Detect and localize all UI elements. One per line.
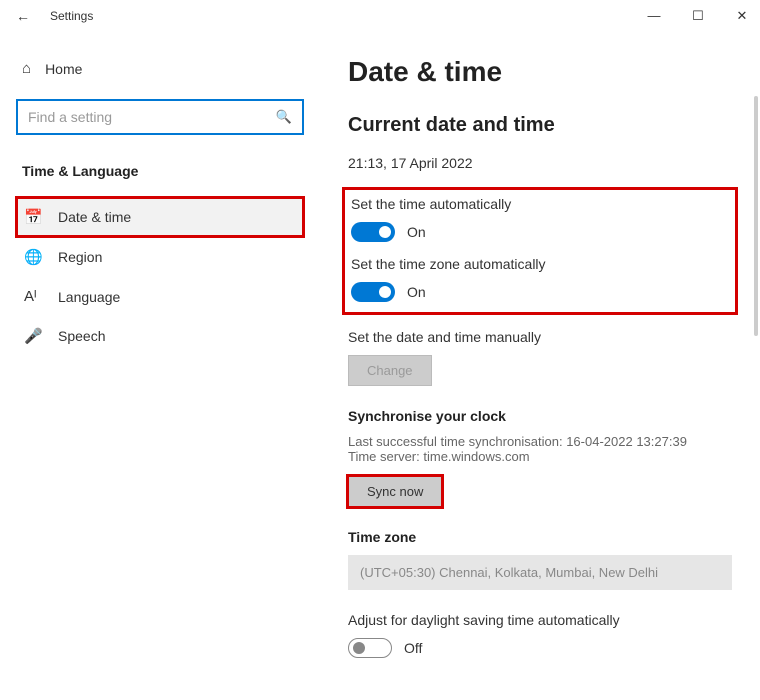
sidebar-item-date-time[interactable]: 📅 Date & time [16, 197, 304, 237]
auto-tz-toggle[interactable] [351, 282, 395, 302]
current-datetime: 21:13, 17 April 2022 [348, 155, 732, 171]
nav-home[interactable]: ⌂ Home [16, 52, 304, 85]
content: Date & time Current date and time 21:13,… [320, 32, 760, 700]
calendar-clock-icon: 📅 [24, 208, 42, 226]
auto-time-label: Set the time automatically [351, 196, 729, 212]
app-title: Settings [50, 9, 93, 23]
nav-home-label: Home [45, 61, 82, 77]
scrollbar[interactable] [754, 96, 758, 336]
section-current: Current date and time [348, 114, 732, 137]
dst-state: Off [404, 640, 422, 656]
tz-heading: Time zone [348, 529, 732, 545]
page-title: Date & time [348, 56, 732, 88]
sync-now-button[interactable]: Sync now [348, 476, 442, 507]
sync-last: Last successful time synchronisation: 16… [348, 434, 732, 449]
minimize-button[interactable]: — [644, 8, 664, 24]
sync-heading: Synchronise your clock [348, 408, 732, 424]
language-icon: Aᴵ [24, 288, 42, 305]
sidebar-item-label: Date & time [58, 209, 131, 225]
sidebar-item-label: Region [58, 249, 102, 265]
auto-tz-label: Set the time zone automatically [351, 256, 729, 272]
maximize-button[interactable]: ☐ [688, 8, 708, 24]
change-button: Change [348, 355, 432, 386]
auto-settings-group: Set the time automatically On Set the ti… [342, 187, 738, 315]
auto-time-toggle[interactable] [351, 222, 395, 242]
globe-icon: 🌐 [24, 248, 42, 266]
dst-label: Adjust for daylight saving time automati… [348, 612, 732, 628]
sync-server: Time server: time.windows.com [348, 449, 732, 464]
sidebar-item-label: Speech [58, 328, 105, 344]
search-box[interactable]: 🔍 [16, 99, 304, 135]
manual-label: Set the date and time manually [348, 329, 732, 345]
sidebar-item-speech[interactable]: 🎤 Speech [16, 316, 304, 356]
category-header: Time & Language [22, 163, 304, 179]
tz-select: (UTC+05:30) Chennai, Kolkata, Mumbai, Ne… [348, 555, 732, 590]
dst-toggle [348, 638, 392, 658]
sidebar-item-label: Language [58, 289, 120, 305]
home-icon: ⌂ [22, 60, 31, 77]
sidebar-item-language[interactable]: Aᴵ Language [16, 277, 304, 316]
sidebar: ⌂ Home 🔍 Time & Language 📅 Date & time 🌐… [0, 32, 320, 700]
search-icon: 🔍 [276, 109, 292, 125]
auto-tz-state: On [407, 284, 426, 300]
titlebar: ← Settings — ☐ ✕ [0, 0, 760, 32]
sidebar-item-region[interactable]: 🌐 Region [16, 237, 304, 277]
auto-time-state: On [407, 224, 426, 240]
search-input[interactable] [28, 109, 276, 125]
close-button[interactable]: ✕ [732, 8, 752, 24]
microphone-icon: 🎤 [24, 327, 42, 345]
back-button[interactable]: ← [16, 8, 32, 24]
